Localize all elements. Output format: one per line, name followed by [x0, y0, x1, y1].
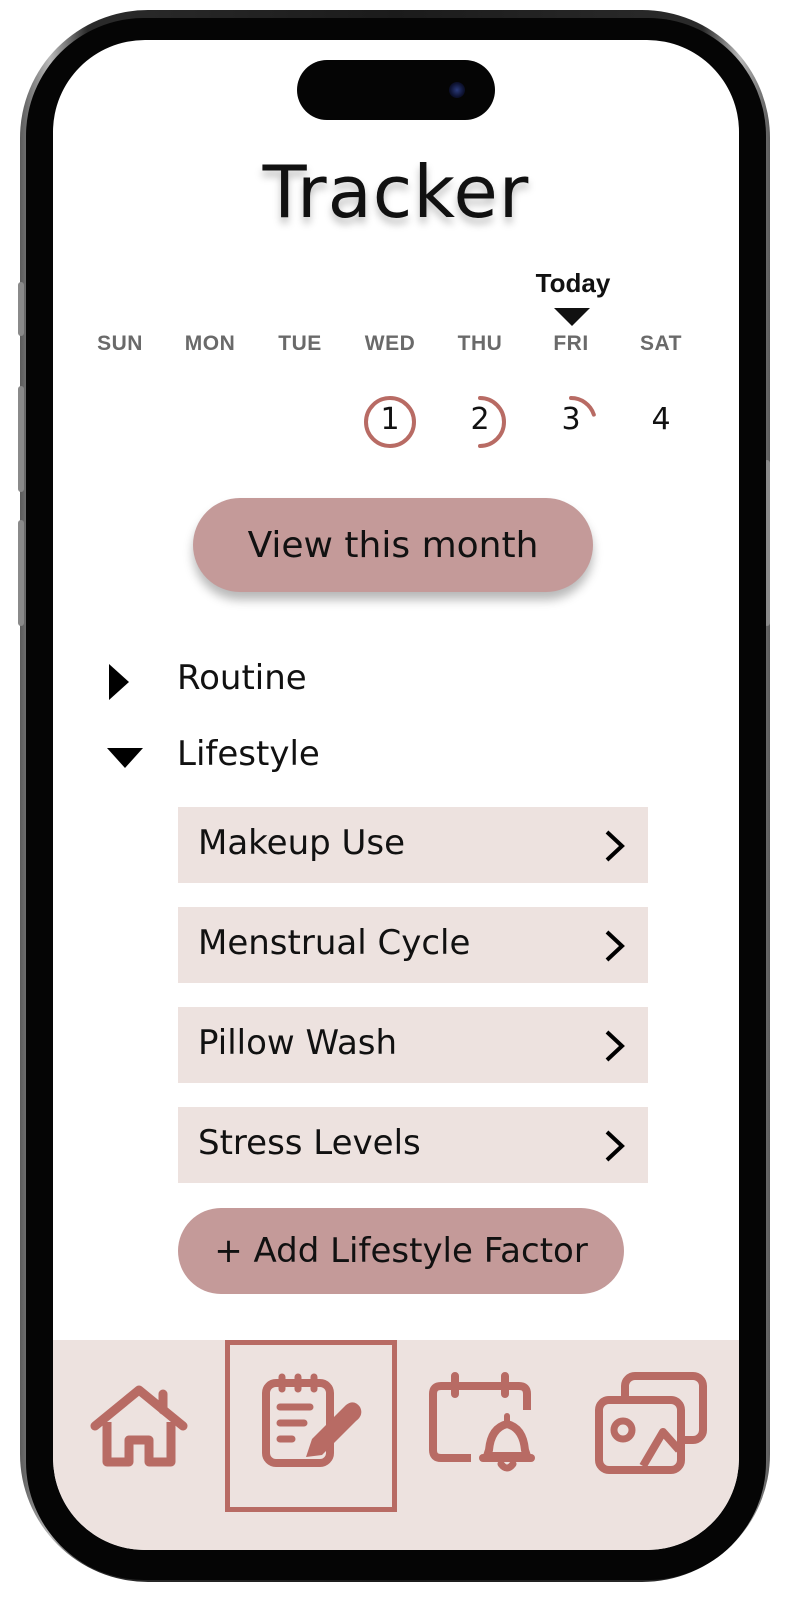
- home-icon: [90, 1385, 188, 1467]
- day-header-fri: FRI: [553, 332, 589, 355]
- lifestyle-item-label: Pillow Wash: [198, 1023, 398, 1063]
- date-fri[interactable]: 3: [526, 392, 616, 452]
- nav-reminders[interactable]: [397, 1340, 569, 1512]
- volume-up-button: [18, 386, 24, 492]
- app-screen: Tracker Today SUN MON TUE WED THU FRI SA…: [53, 40, 739, 1550]
- page-title: Tracker: [262, 150, 530, 234]
- calendar-bell-icon: [429, 1372, 535, 1472]
- today-arrow-icon: [554, 308, 590, 326]
- day-header-sun: SUN: [97, 332, 143, 355]
- day-header-sat: SAT: [640, 332, 682, 355]
- date-number: 1: [380, 402, 400, 437]
- view-this-month-button[interactable]: View this month: [193, 498, 593, 592]
- volume-down-button: [18, 520, 24, 626]
- date-thu[interactable]: 2: [435, 392, 525, 452]
- lifestyle-item-makeup-use[interactable]: Makeup Use: [178, 807, 648, 883]
- nav-home[interactable]: [53, 1340, 225, 1512]
- dynamic-island: [297, 60, 495, 120]
- lifestyle-item-stress-levels[interactable]: Stress Levels: [178, 1107, 648, 1183]
- week-dates: 1 2 3 4: [75, 392, 725, 452]
- caret-right-icon[interactable]: [107, 664, 131, 700]
- date-number: 4: [651, 402, 671, 437]
- today-label: Today: [535, 268, 611, 298]
- date-sat[interactable]: 4: [616, 392, 706, 452]
- day-header-tue: TUE: [278, 332, 322, 355]
- front-camera-icon: [449, 82, 465, 98]
- week-day-headers: SUN MON TUE WED THU FRI SAT: [75, 332, 725, 372]
- date-wed[interactable]: 1: [345, 392, 435, 452]
- nav-gallery[interactable]: [569, 1340, 739, 1512]
- section-routine[interactable]: Routine: [107, 656, 627, 706]
- lifestyle-item-label: Makeup Use: [198, 823, 406, 863]
- section-lifestyle-label: Lifestyle: [177, 734, 320, 774]
- section-routine-label: Routine: [177, 658, 307, 698]
- chevron-right-icon: [605, 1030, 625, 1062]
- nav-tracker[interactable]: [225, 1340, 397, 1512]
- date-number: 2: [470, 402, 490, 437]
- lifestyle-item-menstrual-cycle[interactable]: Menstrual Cycle: [178, 907, 648, 983]
- day-header-wed: WED: [364, 332, 416, 355]
- lifestyle-item-label: Menstrual Cycle: [198, 923, 471, 963]
- journal-edit-icon: [262, 1373, 362, 1467]
- bottom-nav: [53, 1340, 739, 1550]
- day-header-thu: THU: [457, 332, 503, 355]
- add-lifestyle-factor-button[interactable]: + Add Lifestyle Factor: [178, 1208, 624, 1294]
- chevron-right-icon: [605, 930, 625, 962]
- lifestyle-item-label: Stress Levels: [198, 1123, 421, 1163]
- lifestyle-item-pillow-wash[interactable]: Pillow Wash: [178, 1007, 648, 1083]
- section-lifestyle[interactable]: Lifestyle: [107, 732, 627, 782]
- day-header-mon: MON: [184, 332, 236, 355]
- chevron-right-icon: [605, 830, 625, 862]
- action-button: [18, 282, 24, 336]
- photo-gallery-icon: [595, 1372, 707, 1474]
- date-number: 3: [561, 402, 581, 437]
- caret-down-icon[interactable]: [105, 746, 145, 770]
- chevron-right-icon: [605, 1130, 625, 1162]
